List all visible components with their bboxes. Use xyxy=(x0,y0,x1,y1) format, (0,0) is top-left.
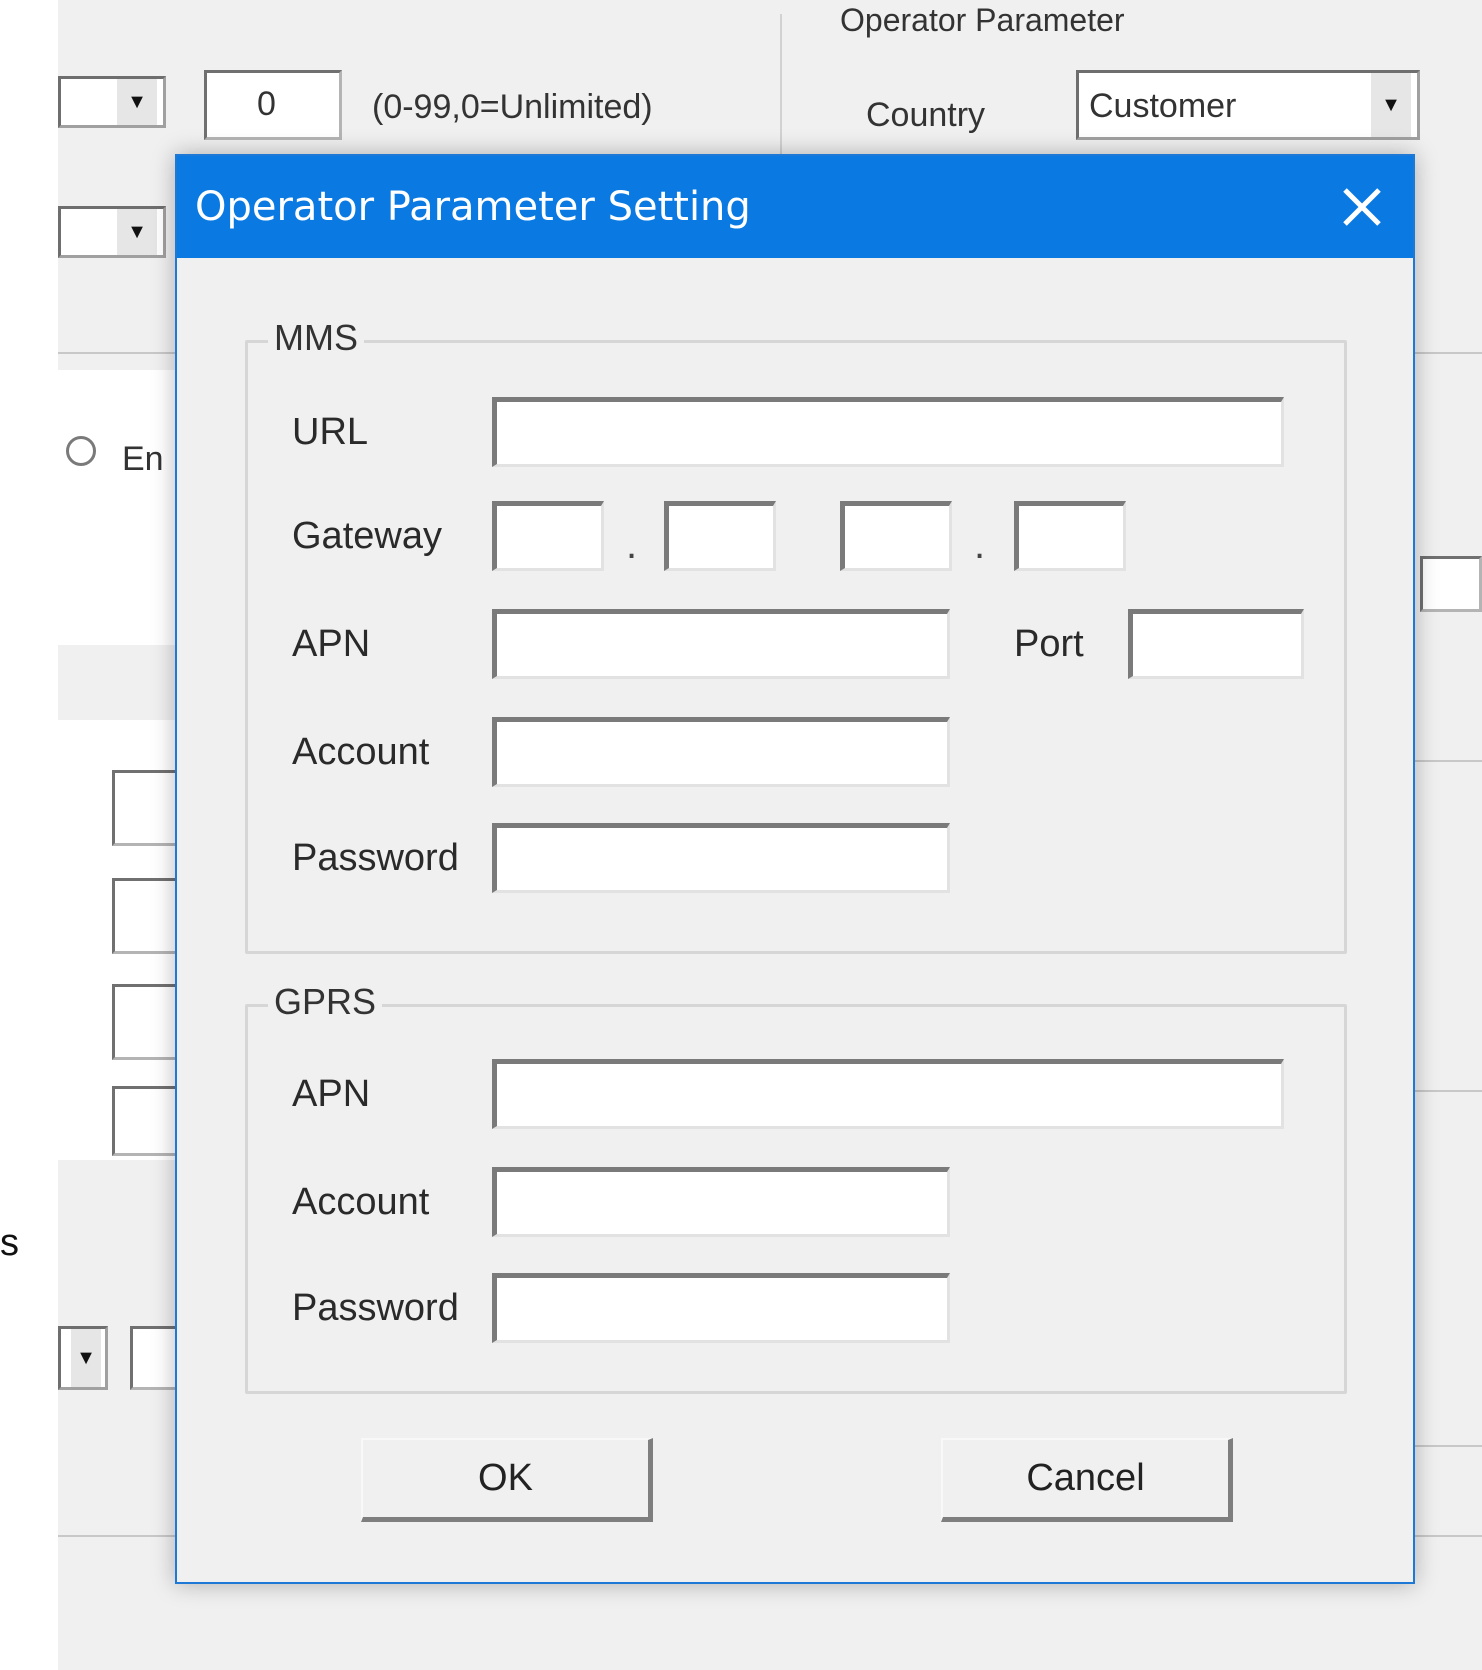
background-field[interactable] xyxy=(112,1086,182,1156)
group-title: Operator Parameter xyxy=(840,2,1125,38)
counter-hint: (0-99,0=Unlimited) xyxy=(372,88,653,126)
operator-parameter-dialog: Operator Parameter Setting MMS URL Gatew… xyxy=(175,154,1415,1584)
mms-apn-label: APN xyxy=(292,623,371,665)
background-separator xyxy=(1415,1090,1482,1092)
mms-password-field[interactable] xyxy=(492,823,950,893)
gprs-apn-input[interactable] xyxy=(497,1064,1281,1126)
gprs-account-label: Account xyxy=(292,1181,430,1223)
chevron-down-icon: ▼ xyxy=(1371,73,1411,137)
background-field[interactable] xyxy=(112,770,182,846)
counter-field[interactable]: 0 xyxy=(204,70,342,140)
gateway-dot: . xyxy=(974,523,986,567)
gprs-account-field[interactable] xyxy=(492,1167,950,1237)
chevron-down-icon: ▼ xyxy=(117,209,157,255)
gprs-group: GPRS APN Account Password xyxy=(245,981,1347,1394)
dialog-client-area: MMS URL Gateway . . APN Port Account Pas… xyxy=(185,258,1405,1574)
counter-value: 0 xyxy=(257,85,276,123)
url-label: URL xyxy=(292,411,369,453)
gateway-octet-3-input[interactable] xyxy=(845,506,949,568)
gprs-legend: GPRS xyxy=(268,981,383,1023)
mms-password-label: Password xyxy=(292,837,459,879)
gateway-label: Gateway xyxy=(292,515,442,557)
gprs-password-input[interactable] xyxy=(497,1278,947,1340)
country-select[interactable]: Customer ▼ xyxy=(1076,70,1420,140)
gateway-octet-4[interactable] xyxy=(1014,501,1126,571)
background-combo[interactable]: ▼ xyxy=(58,1326,108,1390)
mms-url-field[interactable] xyxy=(492,397,1284,467)
gateway-octet-4-input[interactable] xyxy=(1019,506,1123,568)
mms-apn-field[interactable] xyxy=(492,609,950,679)
background-field[interactable] xyxy=(112,984,182,1060)
background-panel xyxy=(58,370,178,645)
mms-group: MMS URL Gateway . . APN Port Account Pas… xyxy=(245,317,1347,954)
ok-button[interactable]: OK xyxy=(361,1438,653,1522)
background-field[interactable] xyxy=(1420,556,1482,612)
mms-apn-input[interactable] xyxy=(497,614,947,676)
mms-account-label: Account xyxy=(292,731,430,773)
mms-account-input[interactable] xyxy=(497,722,947,784)
gprs-account-input[interactable] xyxy=(497,1172,947,1234)
country-value: Customer xyxy=(1089,87,1237,125)
background-separator xyxy=(1415,352,1482,354)
port-label: Port xyxy=(1014,623,1084,665)
mms-legend: MMS xyxy=(268,317,364,359)
background-field[interactable] xyxy=(130,1326,180,1390)
mms-account-field[interactable] xyxy=(492,717,950,787)
background-combo[interactable]: ▼ xyxy=(58,206,166,258)
country-label: Country xyxy=(866,96,986,134)
mms-url-input[interactable] xyxy=(497,402,1281,464)
gateway-octet-1[interactable] xyxy=(492,501,604,571)
background-radio[interactable] xyxy=(66,436,96,466)
mms-port-field[interactable] xyxy=(1128,609,1304,679)
dialog-titlebar[interactable]: Operator Parameter Setting xyxy=(177,156,1413,258)
side-letter: s xyxy=(0,1222,19,1264)
mms-port-input[interactable] xyxy=(1133,614,1301,676)
mms-password-input[interactable] xyxy=(497,828,947,890)
close-button[interactable] xyxy=(1331,176,1393,238)
cancel-button[interactable]: Cancel xyxy=(941,1438,1233,1522)
background-separator xyxy=(1415,1445,1482,1447)
radio-label: En xyxy=(122,440,164,478)
background-field[interactable] xyxy=(112,878,182,954)
background-separator xyxy=(780,14,782,154)
gateway-octet-2-input[interactable] xyxy=(669,506,773,568)
dialog-title: Operator Parameter Setting xyxy=(195,184,751,230)
gateway-octet-3[interactable] xyxy=(840,501,952,571)
gprs-apn-label: APN xyxy=(292,1073,371,1115)
gprs-password-field[interactable] xyxy=(492,1273,950,1343)
background-separator xyxy=(1415,760,1482,762)
gateway-octet-1-input[interactable] xyxy=(497,506,601,568)
close-icon xyxy=(1343,188,1381,226)
chevron-down-icon: ▼ xyxy=(71,1329,101,1387)
gprs-password-label: Password xyxy=(292,1287,459,1329)
chevron-down-icon: ▼ xyxy=(117,79,157,125)
gateway-dot: . xyxy=(626,523,638,567)
background-combo[interactable]: ▼ xyxy=(58,76,166,128)
gateway-octet-2[interactable] xyxy=(664,501,776,571)
background-separator xyxy=(58,352,178,354)
gprs-apn-field[interactable] xyxy=(492,1059,1284,1129)
